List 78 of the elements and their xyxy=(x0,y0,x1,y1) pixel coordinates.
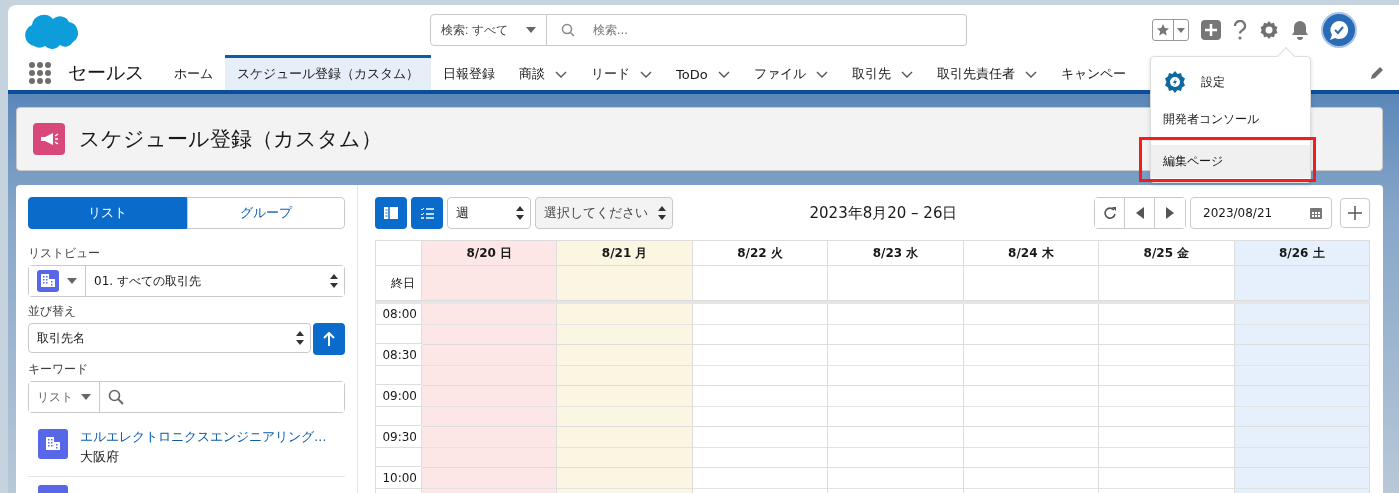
user-avatar[interactable] xyxy=(1321,12,1357,48)
nav-tab[interactable]: リード xyxy=(579,55,664,90)
task-list-button[interactable] xyxy=(411,197,443,229)
calendar-icon xyxy=(1309,206,1323,220)
chevron-down-icon xyxy=(640,70,652,78)
account-link[interactable]: エルエレクトロニクスエンジニアリング… xyxy=(80,429,327,446)
calendar-title: 2023年8月20 – 26日 xyxy=(808,203,959,223)
nav-tab[interactable]: キャンペー xyxy=(1048,55,1138,90)
day-header: 8/21 月 xyxy=(557,241,693,266)
time-label: 09:30 xyxy=(376,427,422,467)
chevron-down-icon xyxy=(555,70,567,78)
nav-tab[interactable]: 取引先 xyxy=(839,55,925,90)
settings-icon[interactable] xyxy=(1259,20,1279,40)
plus-icon xyxy=(1348,206,1362,220)
menu-item[interactable]: 開発者コンソール xyxy=(1151,103,1310,136)
triangle-left-icon xyxy=(1135,207,1144,219)
page-title: スケジュール登録（カスタム） xyxy=(79,126,382,153)
menu-item[interactable]: 設定 xyxy=(1151,61,1310,103)
time-label: 09:00 xyxy=(376,386,422,426)
sort-arrows-icon xyxy=(516,206,524,220)
account-region: 大阪府 xyxy=(80,449,120,466)
nav-tab[interactable]: ホーム xyxy=(162,55,225,90)
panel-icon xyxy=(384,206,398,220)
app-name: セールス xyxy=(68,59,144,85)
plus-icon[interactable] xyxy=(1201,20,1221,40)
day-header: 8/24 木 xyxy=(963,241,1100,266)
day-header: 8/23 水 xyxy=(828,241,964,266)
chevron-down-icon xyxy=(717,70,730,78)
field-label: リストビュー xyxy=(28,245,101,262)
time-label: 08:30 xyxy=(376,345,422,385)
chevron-down-icon xyxy=(900,70,913,78)
chat-check-icon xyxy=(1328,19,1350,41)
sort-arrows-icon xyxy=(296,331,304,345)
view-toggle-tab[interactable]: リスト xyxy=(28,197,187,229)
nav-tab[interactable]: ファイル xyxy=(741,55,840,90)
checklist-icon xyxy=(420,206,434,220)
search-field[interactable]: 検索... xyxy=(546,14,967,46)
app-launcher-icon[interactable] xyxy=(28,60,52,85)
gear-icon xyxy=(1163,70,1187,94)
help-icon[interactable] xyxy=(1233,20,1247,40)
sidebar-toggle-button[interactable] xyxy=(375,197,407,229)
time-label: 10:00 xyxy=(376,468,422,493)
account-icon xyxy=(38,429,68,459)
time-label: 08:00 xyxy=(376,304,422,344)
pencil-icon[interactable] xyxy=(1369,64,1385,81)
caret-icon xyxy=(1177,27,1185,33)
view-select[interactable]: 週 xyxy=(447,197,531,229)
nav-tab[interactable]: 商談 xyxy=(507,55,579,90)
nav-tab[interactable]: 日報登録 xyxy=(431,55,507,90)
search-scope-dropdown[interactable]: 検索: すべて xyxy=(430,14,547,46)
star-icon xyxy=(1156,23,1170,37)
field-label: 並び替え xyxy=(28,303,77,320)
refresh-button[interactable] xyxy=(1095,198,1125,228)
refresh-icon xyxy=(1102,206,1117,220)
day-header: 8/26 土 xyxy=(1234,241,1370,266)
sort-arrows-icon xyxy=(658,206,666,220)
arrow-up-icon xyxy=(323,332,335,346)
favorites-button[interactable] xyxy=(1152,19,1189,41)
caret-icon xyxy=(525,27,536,33)
nav-tab[interactable]: ToDo xyxy=(664,55,742,90)
megaphone-icon xyxy=(39,131,59,147)
field-label: キーワード xyxy=(28,361,89,378)
nav-tab[interactable]: 取引先責任者 xyxy=(924,55,1049,90)
notification-bell-icon[interactable] xyxy=(1291,20,1309,40)
day-header: 8/20 日 xyxy=(422,241,558,266)
menu-item[interactable]: 編集ページ xyxy=(1151,145,1310,178)
day-header: 8/25 金 xyxy=(1099,241,1235,266)
view-toggle-tab[interactable]: グループ xyxy=(186,197,345,229)
triangle-right-icon xyxy=(1166,207,1174,219)
date-field[interactable]: 2023/08/21 xyxy=(1190,197,1332,229)
nav-tab[interactable]: スケジュール登録（カスタム） xyxy=(225,55,431,90)
add-event-button[interactable] xyxy=(1340,198,1370,228)
chevron-down-icon xyxy=(1024,70,1037,78)
filter-select[interactable]: 選択してください xyxy=(535,197,673,229)
chevron-down-icon xyxy=(815,70,828,78)
sort-direction-button[interactable] xyxy=(313,323,345,355)
day-header: 8/22 火 xyxy=(692,241,829,266)
sort-select[interactable]: 取引先名 xyxy=(28,323,311,353)
